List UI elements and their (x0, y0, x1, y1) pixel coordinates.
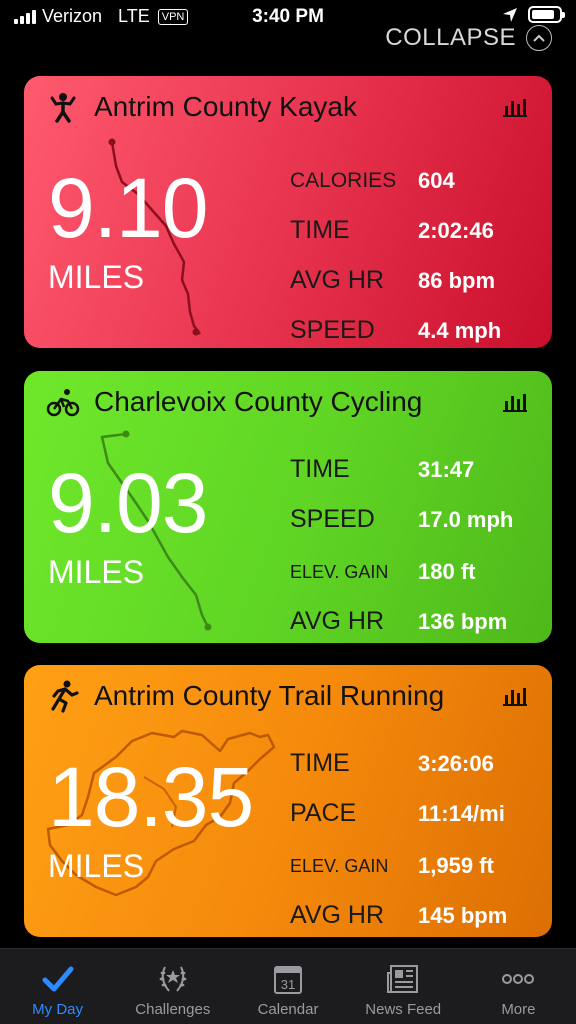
metric-row: ELEV. GAIN 1,959 ft (290, 853, 540, 879)
calendar-day: 31 (281, 977, 295, 992)
metric-row: AVG HR 86 bpm (290, 266, 540, 295)
metric-value: 1,959 ft (418, 853, 494, 878)
metric-label: TIME (290, 749, 350, 777)
metric-label: SPEED (290, 316, 375, 344)
metric-row: ELEV. GAIN 180 ft (290, 559, 540, 585)
distance-value: 9.03 (48, 456, 208, 550)
metric-row: TIME 2:02:46 (290, 216, 540, 245)
metric-value: 180 ft (418, 559, 476, 584)
checkmark-icon (42, 966, 74, 992)
metric-value: 3:26:06 (418, 750, 494, 776)
metric-label: TIME (290, 455, 350, 483)
distance-value: 9.10 (48, 161, 208, 255)
metric-row: PACE 11:14/mi (290, 799, 540, 828)
distance-value: 18.35 (48, 750, 254, 844)
calendar-icon: 31 (274, 966, 302, 994)
activity-title: Antrim County Kayak (94, 91, 357, 122)
metric-row: TIME 3:26:06 (290, 749, 540, 778)
metric-label: ELEV. GAIN (290, 855, 389, 876)
tab-news-feed[interactable]: News Feed (346, 949, 461, 1024)
activity-card-kayak[interactable]: Antrim County Kayak 9.10 MILES CALORIES … (24, 76, 552, 348)
metric-label: CALORIES (290, 169, 397, 192)
running-icon (51, 680, 79, 713)
more-dots-icon (502, 974, 535, 984)
distance-unit: MILES (48, 259, 145, 295)
battery-icon (528, 6, 565, 23)
tab-more[interactable]: More (461, 949, 576, 1024)
card-header: Antrim County Trail Running (46, 679, 444, 713)
metric-value: 17.0 mph (418, 506, 514, 532)
activity-card-cycling[interactable]: Charlevoix County Cycling 9.03 MILES TIM… (24, 371, 552, 643)
metric-row: SPEED 17.0 mph (290, 505, 540, 534)
distance-unit: MILES (48, 848, 145, 884)
distance-unit: MILES (48, 554, 145, 590)
activity-title: Antrim County Trail Running (94, 680, 445, 711)
metric-row: AVG HR 136 bpm (290, 607, 540, 636)
activity-card-running[interactable]: Antrim County Trail Running 18.35 MILES … (24, 665, 552, 937)
tab-label: Challenges (135, 1001, 211, 1018)
metric-label: ELEV. GAIN (290, 561, 389, 582)
newspaper-icon (387, 965, 419, 993)
metric-row: SPEED 4.4 mph (290, 316, 540, 345)
tab-bar: My Day Challenges 31 Calendar News Feed (0, 948, 576, 1024)
metric-label: AVG HR (290, 266, 384, 294)
metric-label: AVG HR (290, 607, 384, 635)
tab-my-day[interactable]: My Day (0, 949, 115, 1024)
collapse-label: COLLAPSE (385, 24, 516, 51)
kayak-icon (50, 93, 76, 123)
metric-row: CALORIES 604 (290, 168, 540, 194)
metric-row: TIME 31:47 (290, 455, 540, 484)
metric-value: 2:02:46 (418, 217, 494, 243)
card-header: Charlevoix County Cycling (46, 385, 422, 419)
cycling-icon (46, 389, 80, 417)
card-header: Antrim County Kayak (46, 90, 357, 124)
status-right (502, 6, 565, 23)
bar-chart-icon[interactable] (502, 685, 528, 707)
metric-label: PACE (290, 799, 357, 827)
metric-value: 11:14/mi (418, 800, 505, 826)
tab-label: More (501, 1001, 536, 1018)
metric-value: 86 bpm (418, 267, 496, 293)
activity-title: Charlevoix County Cycling (94, 386, 423, 417)
metric-value: 136 bpm (418, 608, 508, 634)
tab-calendar[interactable]: 31 Calendar (230, 949, 345, 1024)
tab-label: News Feed (365, 1001, 442, 1018)
tab-label: My Day (32, 1001, 84, 1018)
location-arrow-icon (503, 7, 517, 22)
chevron-up-icon (526, 25, 552, 51)
metric-value: 604 (418, 168, 455, 193)
metric-label: AVG HR (290, 901, 384, 929)
metric-label: SPEED (290, 505, 375, 533)
tab-challenges[interactable]: Challenges (115, 949, 230, 1024)
tab-label: Calendar (257, 1001, 319, 1018)
metric-label: TIME (290, 216, 350, 244)
laurel-icon (159, 966, 187, 992)
metric-value: 31:47 (418, 456, 475, 482)
collapse-button[interactable]: COLLAPSE (385, 24, 552, 52)
metric-value: 145 bpm (418, 902, 508, 928)
bar-chart-icon[interactable] (502, 391, 528, 413)
bar-chart-icon[interactable] (502, 96, 528, 118)
metric-value: 4.4 mph (418, 317, 502, 343)
metric-row: AVG HR 145 bpm (290, 901, 540, 930)
